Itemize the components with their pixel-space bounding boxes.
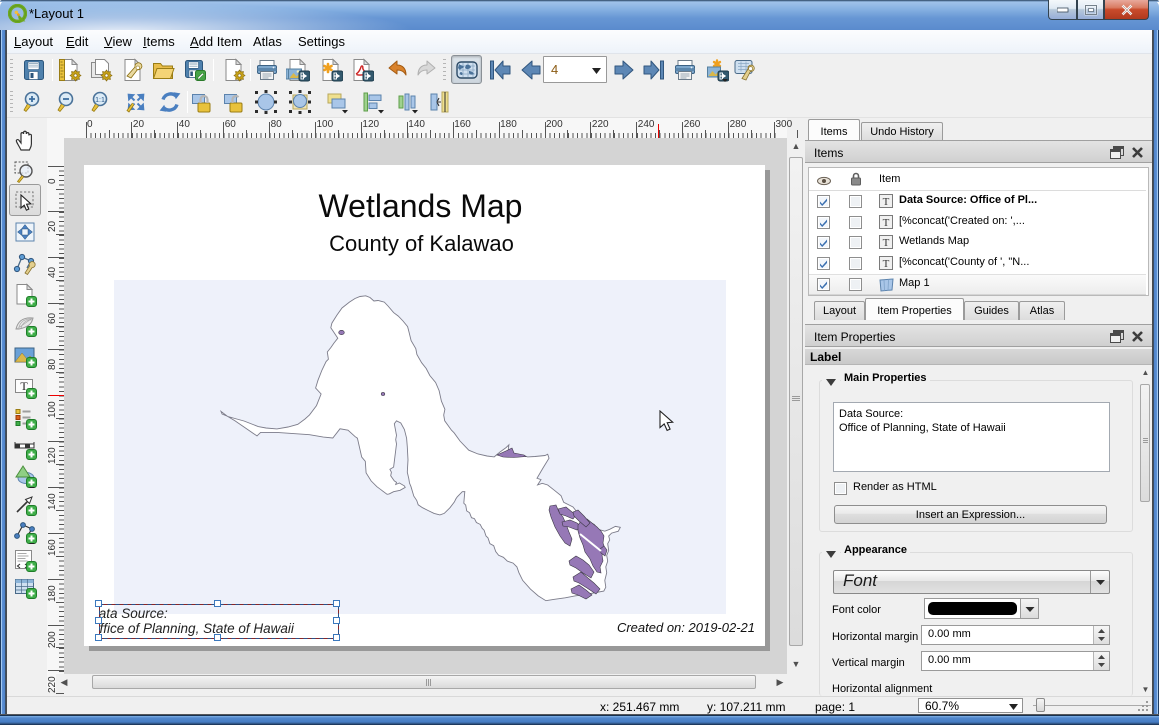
svg-text:T: T (883, 258, 890, 270)
svg-text:T: T (883, 196, 890, 208)
svg-text:T: T (883, 237, 890, 249)
svg-text:T: T (883, 217, 890, 229)
svg-text:1:1: 1:1 (95, 97, 105, 104)
